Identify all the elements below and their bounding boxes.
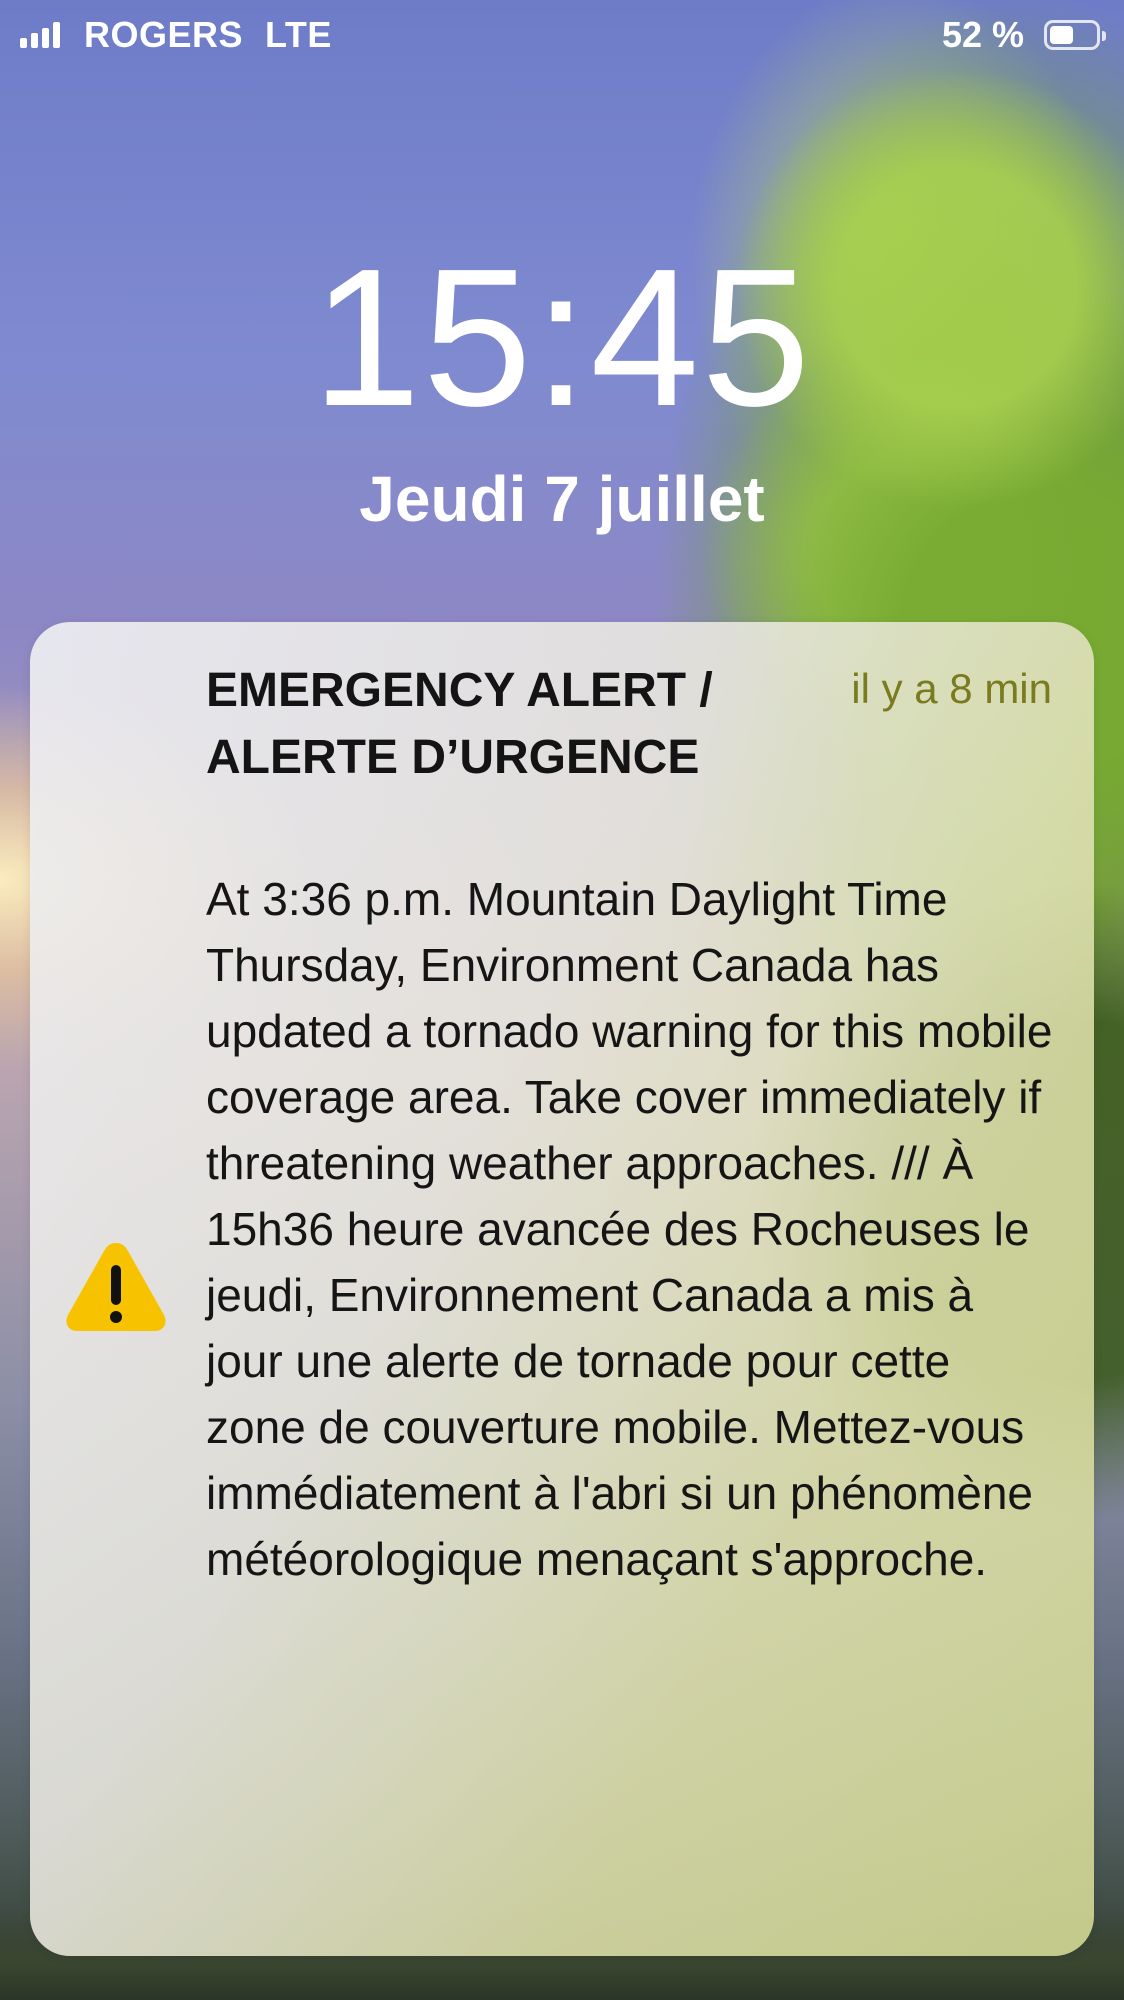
battery-icon	[1044, 20, 1106, 50]
battery-percentage: 52 %	[941, 14, 1024, 55]
warning-icon	[66, 1243, 166, 1331]
carrier-label: ROGERS LTE	[84, 14, 332, 56]
alert-message: At 3:36 p.m. Mountain Daylight Time Thur…	[206, 873, 1053, 1585]
signal-strength-icon	[20, 22, 60, 48]
carrier-name: ROGERS	[84, 14, 244, 55]
status-bar: ROGERS LTE 52 %	[0, 0, 1124, 72]
lock-screen-date: Jeudi 7 juillet	[359, 463, 765, 535]
alert-title: EMERGENCY ALERT / ALERTE D’URGENCE	[206, 664, 713, 784]
emergency-alert-notification[interactable]: EMERGENCY ALERT / ALERTE D’URGENCE il y …	[30, 622, 1094, 1956]
alert-timestamp: il y a 8 min	[851, 665, 1052, 712]
lock-screen-time: 15:45	[311, 228, 813, 447]
network-type: LTE	[265, 14, 332, 55]
battery-nub	[1102, 31, 1106, 41]
battery-fill	[1050, 26, 1073, 44]
